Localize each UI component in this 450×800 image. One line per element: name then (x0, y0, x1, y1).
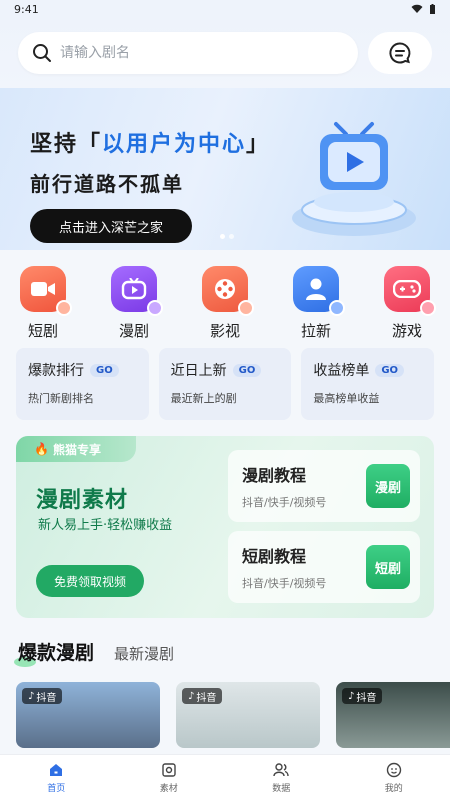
drama-card[interactable]: ♪ 抖音 (16, 682, 160, 748)
tab-label: 首页 (47, 783, 66, 794)
category-anime-drama[interactable]: 漫剧 (109, 266, 163, 346)
category-games[interactable]: 游戏 (382, 266, 436, 346)
gamepad-icon (384, 266, 436, 316)
go-badge: GO (375, 363, 405, 377)
home-icon (50, 763, 63, 776)
claim-video-button[interactable]: 免费领取视频 (36, 565, 144, 597)
carousel-dots (220, 234, 234, 239)
promo-subtitle: 新人易上手·轻松赚收益 (38, 518, 173, 533)
tutorial-badge: 短剧 (366, 545, 410, 589)
quick-card-hot-ranking[interactable]: 爆款排行 GO 热门新剧排名 (16, 348, 149, 420)
tutorial-badge: 漫剧 (366, 464, 410, 508)
video-camera-icon (20, 266, 72, 316)
tiktok-icon: ♪ (28, 690, 35, 702)
drama-card[interactable]: ♪ 抖音 (176, 682, 320, 748)
banner-highlight: 以用户为中心 (102, 132, 247, 157)
category-invite[interactable]: 拉新 (291, 266, 345, 346)
category-label: 游戏 (391, 322, 422, 340)
platform-badge: ♪ 抖音 (342, 688, 383, 704)
short-drama-tutorial-card[interactable]: 短剧教程 抖音/快手/视频号 短剧 (228, 531, 420, 603)
tab-label: 我的 (384, 783, 403, 794)
promo-tag: 🔥 熊猫专享 (16, 436, 136, 462)
quick-card-title: 爆款排行 (28, 363, 84, 379)
promo-heading: 漫剧素材 (36, 488, 129, 513)
tab-latest-anime[interactable]: 最新漫剧 (114, 643, 174, 664)
tv-illustration (292, 122, 416, 236)
quick-card-title: 收益榜单 (313, 363, 370, 379)
search-icon (33, 44, 51, 62)
material-icon (162, 762, 176, 777)
top-bar (0, 18, 450, 88)
promo-panel: 🔥 熊猫专享 漫剧素材 新人易上手·轻松赚收益 免费领取视频 漫剧教程 抖音/快手… (16, 436, 434, 618)
banner-line-1: 坚持「以用户为中心」 (30, 132, 271, 157)
category-label: 影视 (209, 322, 240, 340)
category-label: 拉新 (300, 322, 331, 340)
tab-material[interactable]: 素材 (113, 755, 226, 800)
chat-bubble-icon (389, 42, 411, 64)
add-user-icon (293, 266, 345, 316)
quick-card-subtitle: 最高榜单收益 (313, 392, 380, 405)
message-button[interactable] (368, 32, 432, 74)
status-time: 9:41 (14, 2, 39, 16)
anime-tutorial-card[interactable]: 漫剧教程 抖音/快手/视频号 漫剧 (228, 450, 420, 522)
banner-cta-button[interactable]: 点击进入深芒之家 (30, 209, 192, 243)
tab-hot-anime[interactable]: 爆款漫剧 (13, 638, 94, 667)
category-label: 漫剧 (118, 322, 149, 340)
fire-icon: 🔥 (34, 442, 49, 456)
quick-card-earnings-list[interactable]: 收益榜单 GO 最高榜单收益 (301, 348, 435, 420)
search-input[interactable] (60, 45, 344, 61)
platform-badge: ♪ 抖音 (22, 688, 63, 704)
go-badge: GO (232, 363, 262, 377)
go-badge: GO (90, 363, 119, 377)
tab-data[interactable]: 数据 (225, 755, 338, 800)
category-short-drama[interactable]: 短剧 (18, 266, 72, 346)
users-icon (273, 762, 289, 776)
tab-profile[interactable]: 我的 (338, 755, 450, 800)
quick-entry-row: 爆款排行 GO 热门新剧排名 近日上新 GO 最近新上的剧 收益榜单 GO 最高榜单收… (0, 348, 450, 420)
drama-card-row: ♪ 抖音 ♪ 抖音 ♪ 抖音 (0, 682, 450, 748)
tv-play-icon (111, 266, 163, 316)
tab-label: 素材 (159, 783, 178, 794)
tab-home[interactable]: 首页 (0, 755, 113, 800)
tiktok-icon: ♪ (188, 690, 195, 702)
search-box[interactable] (18, 32, 358, 74)
film-reel-icon (202, 266, 254, 316)
category-label: 短剧 (27, 322, 58, 340)
quick-card-new-arrivals[interactable]: 近日上新 GO 最近新上的剧 (158, 348, 292, 420)
quick-card-title: 近日上新 (170, 363, 227, 379)
tiktok-icon: ♪ (348, 690, 355, 702)
battery-icon (430, 3, 435, 14)
hero-banner[interactable]: 坚持「以用户为中心」 前行道路不孤单 点击进入深芒之家 (0, 88, 450, 250)
quick-card-subtitle: 热门新剧排名 (28, 392, 94, 405)
section-tabs: 爆款漫剧 最新漫剧 (0, 638, 450, 668)
wifi-icon (411, 4, 423, 13)
profile-icon (386, 762, 401, 777)
bottom-tab-bar: 首页 素材 数据 我的 (0, 754, 450, 800)
category-film[interactable]: 影视 (200, 266, 254, 346)
banner-line-2: 前行道路不孤单 (30, 172, 184, 196)
platform-badge: ♪ 抖音 (182, 688, 223, 704)
status-bar: 9:41 (0, 0, 450, 18)
category-row: 短剧 漫剧 影视 拉新 游戏 (0, 250, 450, 346)
tab-label: 数据 (272, 783, 291, 794)
quick-card-subtitle: 最近新上的剧 (170, 392, 237, 405)
drama-card[interactable]: ♪ 抖音 (336, 682, 450, 748)
